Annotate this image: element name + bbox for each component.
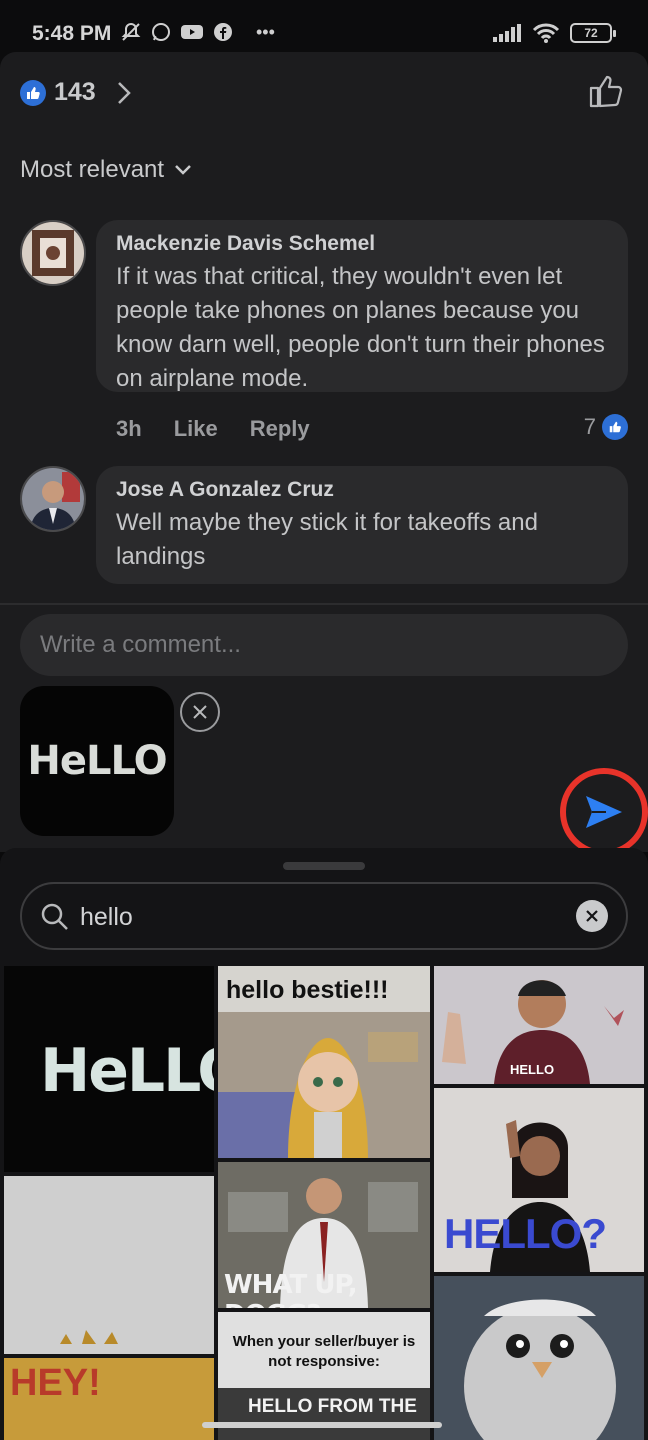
comment-item: Mackenzie Davis Schemel If it was that c… bbox=[20, 220, 628, 450]
gif-picker-sheet: hello HeLLO HEY! hello bestie!!! bbox=[0, 848, 648, 1440]
selected-gif-preview: HeLLO bbox=[20, 686, 174, 836]
system-icons: 72 bbox=[492, 22, 616, 44]
comment-text: If it was that critical, they wouldn't e… bbox=[116, 263, 605, 392]
gif-caption: hello bestie!!! bbox=[226, 976, 389, 1004]
anime-girl-icon bbox=[218, 1012, 430, 1158]
gif-caption: HELLO bbox=[510, 1062, 555, 1077]
chevron-down-icon bbox=[175, 165, 191, 175]
gif-preview-text: HeLLO bbox=[27, 738, 167, 784]
gif-caption: HELLO? bbox=[444, 1210, 607, 1257]
notification-icons: ••• bbox=[120, 21, 275, 43]
send-button[interactable] bbox=[560, 768, 648, 856]
drag-handle[interactable] bbox=[283, 862, 365, 870]
sort-dropdown[interactable]: Most relevant bbox=[20, 156, 192, 184]
gif-result-hello-question[interactable]: HELLO? bbox=[434, 1088, 644, 1272]
search-icon bbox=[41, 903, 68, 930]
gif-caption: HEY! bbox=[10, 1362, 101, 1404]
comment-input[interactable]: Write a comment... bbox=[20, 614, 628, 676]
thumbs-up-icon bbox=[589, 75, 623, 108]
comment-author[interactable]: Jose A Gonzalez Cruz bbox=[116, 478, 608, 502]
close-icon bbox=[586, 910, 598, 922]
like-badge-icon bbox=[602, 414, 628, 440]
gif-caption: HeLLO bbox=[40, 1036, 214, 1106]
comment-text: Well maybe they stick it for takeoffs an… bbox=[116, 509, 538, 570]
gesture-nav-bar[interactable] bbox=[202, 1422, 442, 1428]
comment-reaction-count[interactable]: 7 bbox=[584, 414, 628, 440]
gif-result-hey[interactable]: HEY! bbox=[4, 1358, 214, 1440]
status-time: 5:48 PM bbox=[32, 22, 112, 45]
whatsapp-icon bbox=[152, 23, 170, 41]
sort-label: Most relevant bbox=[20, 156, 165, 183]
wifi-icon bbox=[532, 23, 560, 43]
gif-caption: WHAT UP, DOGG? bbox=[224, 1270, 358, 1308]
avatar[interactable] bbox=[20, 220, 86, 286]
comment-reply-button[interactable]: Reply bbox=[250, 416, 310, 442]
gif-search-query: hello bbox=[80, 903, 133, 931]
comment-input-placeholder: Write a comment... bbox=[40, 631, 241, 658]
divider bbox=[0, 603, 648, 605]
gif-caption: When your seller/buyer is not responsive… bbox=[232, 1333, 416, 1370]
like-badge-icon bbox=[20, 79, 46, 106]
clear-search-button[interactable] bbox=[576, 900, 608, 932]
like-post-button[interactable] bbox=[588, 74, 624, 113]
comment-reaction-number: 7 bbox=[583, 414, 596, 439]
more-notifications: ••• bbox=[256, 21, 275, 42]
gif-caption: HELLO FROM THE bbox=[248, 1396, 417, 1417]
gif-results-grid: HeLLO HEY! hello bestie!!! bbox=[0, 966, 648, 1440]
youtube-icon bbox=[181, 25, 203, 39]
cartoon-figures-icon bbox=[60, 1330, 118, 1344]
gif-result-penguin[interactable] bbox=[434, 1276, 644, 1440]
close-icon bbox=[193, 705, 207, 719]
penguin-icon bbox=[434, 1276, 644, 1440]
remove-gif-button[interactable] bbox=[180, 692, 220, 732]
avatar[interactable] bbox=[20, 466, 86, 532]
send-icon bbox=[586, 796, 622, 828]
comment-like-button[interactable]: Like bbox=[174, 416, 218, 442]
comment-bubble[interactable]: Jose A Gonzalez Cruz Well maybe they sti… bbox=[96, 466, 628, 584]
gif-search-field[interactable]: hello bbox=[20, 882, 628, 950]
comment-author[interactable]: Mackenzie Davis Schemel bbox=[116, 232, 608, 256]
gif-result-white[interactable] bbox=[4, 1176, 214, 1354]
battery-level: 72 bbox=[584, 26, 598, 40]
comments-panel: 143 Most relevant Mackenzie Davis Scheme… bbox=[0, 52, 648, 856]
comment-actions: 3h Like Reply bbox=[116, 416, 310, 442]
battery-icon: 72 bbox=[570, 23, 616, 43]
bell-off-icon bbox=[121, 22, 141, 41]
gif-result-hello-wave[interactable]: HELLO bbox=[434, 966, 644, 1084]
facebook-icon bbox=[214, 23, 232, 41]
comment-bubble[interactable]: Mackenzie Davis Schemel If it was that c… bbox=[96, 220, 628, 392]
reactions-count: 143 bbox=[54, 78, 96, 106]
reactions-summary[interactable]: 143 bbox=[20, 78, 132, 107]
signal-icon bbox=[493, 24, 521, 42]
gif-result-hello-bestie[interactable]: hello bestie!!! bbox=[218, 966, 430, 1158]
gif-result-what-up-dogg[interactable]: WHAT UP, DOGG? bbox=[218, 1162, 430, 1308]
gif-result-hello-black[interactable]: HeLLO bbox=[4, 966, 214, 1172]
comment-time: 3h bbox=[116, 416, 142, 441]
gif-result-seller-buyer[interactable]: When your seller/buyer is not responsive… bbox=[218, 1312, 430, 1440]
comment-item: Jose A Gonzalez Cruz Well maybe they sti… bbox=[20, 466, 628, 584]
chevron-right-icon bbox=[117, 81, 131, 104]
